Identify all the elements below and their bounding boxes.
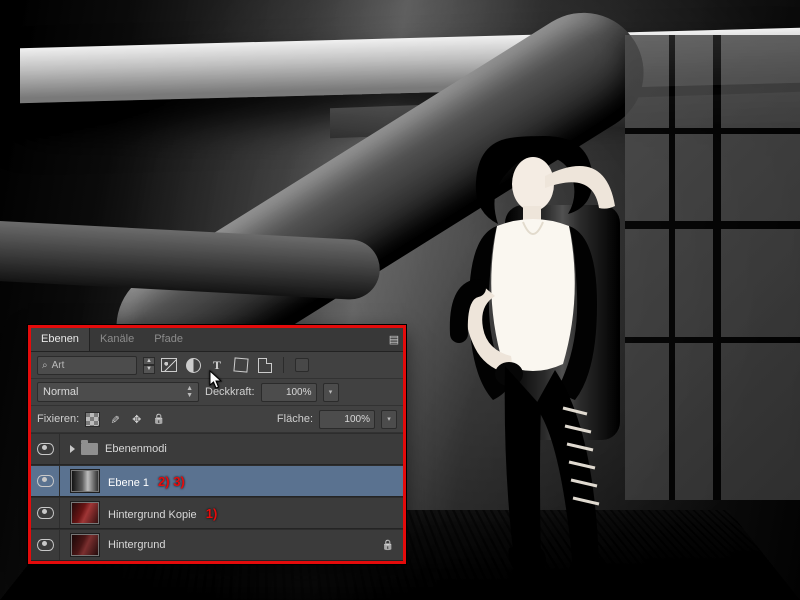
folder-icon	[81, 443, 98, 455]
panel-tabs: Ebenen Kanäle Pfade ▤	[31, 328, 403, 352]
visibility-toggle[interactable]	[31, 498, 60, 528]
blend-mode-select[interactable]: Normal ▲▼	[37, 382, 199, 402]
dropdown-arrows-icon: ▲▼	[186, 385, 193, 399]
tab-channels[interactable]: Kanäle	[90, 328, 144, 351]
lock-position-icon[interactable]	[129, 412, 144, 426]
layer-row[interactable]: Hintergrund Kopie 1)	[31, 497, 403, 529]
visibility-toggle[interactable]	[31, 530, 60, 560]
layer-name[interactable]: Ebene 1 2) 3)	[108, 474, 395, 489]
visibility-eye-icon	[37, 475, 54, 487]
tab-layers[interactable]: Ebenen	[31, 328, 90, 351]
layer-filter-search[interactable]: ⌕ Art	[37, 356, 137, 375]
layer-name[interactable]: Hintergrund	[108, 539, 381, 551]
visibility-eye-icon	[37, 443, 54, 455]
filter-pixel-icon[interactable]	[161, 358, 177, 372]
opacity-slider-toggle[interactable]: ▾	[323, 383, 339, 402]
visibility-eye-icon	[37, 507, 54, 519]
visibility-eye-icon	[37, 539, 54, 551]
opacity-label: Deckkraft:	[205, 386, 255, 398]
photo-barrel	[505, 205, 620, 440]
layer-name[interactable]: Hintergrund Kopie 1)	[108, 506, 395, 521]
photo-window	[625, 35, 800, 500]
layer-filter-row: ⌕ Art ▲▼	[31, 352, 403, 379]
visibility-toggle[interactable]	[31, 434, 60, 464]
tab-paths[interactable]: Pfade	[144, 328, 193, 351]
layer-filter-search-text: Art	[52, 360, 65, 371]
blend-opacity-row: Normal ▲▼ Deckkraft: 100% ▾	[31, 379, 403, 406]
lock-label: Fixieren:	[37, 413, 79, 425]
filter-shape-icon[interactable]	[233, 358, 249, 372]
lock-pixels-icon[interactable]	[107, 412, 122, 426]
filter-adjust-icon[interactable]	[185, 358, 201, 372]
lock-indicator-icon	[381, 540, 395, 551]
layer-filter-icons	[161, 357, 310, 373]
fill-label: Fläche:	[277, 413, 313, 425]
annotation-marker: 1)	[206, 506, 218, 521]
panel-menu-icon[interactable]: ▤	[385, 333, 403, 346]
annotation-marker: 2) 3)	[158, 474, 185, 489]
layer-list: Ebenenmodi Ebene 1 2) 3) Hintergrund Kop…	[31, 433, 403, 561]
disclosure-triangle-icon[interactable]	[70, 445, 75, 453]
lock-icons	[85, 412, 166, 426]
layer-thumbnail[interactable]	[70, 469, 100, 493]
lock-all-icon[interactable]	[151, 412, 166, 426]
filter-type-icon[interactable]	[209, 358, 225, 372]
search-icon: ⌕	[42, 360, 48, 371]
layer-row[interactable]: Ebene 1 2) 3)	[31, 465, 403, 497]
visibility-toggle[interactable]	[31, 466, 60, 496]
filter-smart-icon[interactable]	[257, 358, 273, 372]
layer-name[interactable]: Ebenenmodi	[105, 443, 395, 455]
layer-thumbnail[interactable]	[70, 533, 100, 557]
fill-input[interactable]: 100%	[319, 410, 375, 429]
layer-thumbnail[interactable]	[70, 501, 100, 525]
layer-group-row[interactable]: Ebenenmodi	[31, 433, 403, 465]
fill-slider-toggle[interactable]: ▾	[381, 410, 397, 429]
lock-fill-row: Fixieren: Fläche: 100% ▾	[31, 406, 403, 433]
layer-row[interactable]: Hintergrund	[31, 529, 403, 561]
layer-name-text: Ebene 1	[108, 477, 149, 489]
blend-mode-value: Normal	[43, 386, 78, 398]
opacity-input[interactable]: 100%	[261, 383, 317, 402]
layer-name-text: Hintergrund Kopie	[108, 509, 197, 521]
layers-panel: Ebenen Kanäle Pfade ▤ ⌕ Art ▲▼ Normal ▲▼…	[28, 325, 406, 564]
filter-separator	[283, 357, 284, 373]
stepper-icon[interactable]: ▲▼	[143, 357, 155, 374]
lock-transparency-icon[interactable]	[85, 412, 100, 426]
filter-color-swatch-icon[interactable]	[294, 358, 310, 372]
